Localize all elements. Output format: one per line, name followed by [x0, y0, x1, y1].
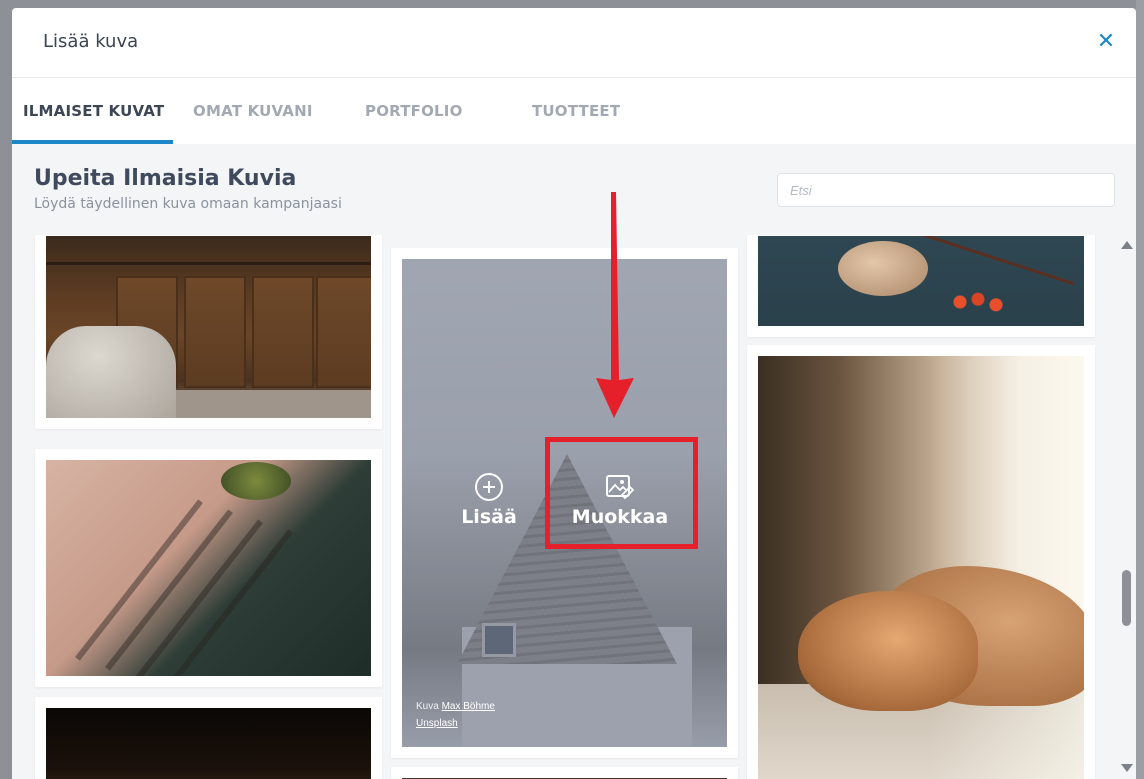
scrollbar[interactable] — [1118, 234, 1136, 779]
image-credit-source: Unsplash — [416, 718, 458, 729]
image-thumbnail[interactable] — [46, 460, 371, 676]
credit-source-link[interactable]: Unsplash — [416, 718, 458, 729]
image-thumbnail[interactable] — [758, 236, 1084, 326]
tab-products[interactable]: TUOTTEET — [532, 79, 620, 144]
image-card[interactable] — [35, 697, 382, 779]
tab-portfolio[interactable]: PORTFOLIO — [365, 79, 463, 144]
image-card[interactable] — [35, 235, 382, 429]
add-image-modal: Lisää kuva ✕ ILMAISET KUVAT OMAT KUVANI … — [12, 8, 1136, 779]
image-credit: Kuva Max Böhme — [416, 701, 495, 712]
scroll-up-arrow-icon[interactable] — [1121, 241, 1133, 249]
image-thumbnail[interactable] — [758, 356, 1084, 779]
image-thumbnail[interactable] — [46, 236, 371, 418]
section-subtitle: Löydä täydellinen kuva omaan kampanjaasi — [34, 196, 342, 212]
search-input[interactable] — [777, 173, 1115, 207]
modal-title: Lisää kuva — [43, 31, 139, 52]
add-image-button[interactable]: Lisää — [454, 472, 524, 528]
tab-bar: ILMAISET KUVAT OMAT KUVANI PORTFOLIO TUO… — [12, 79, 1136, 144]
tab-free-images[interactable]: ILMAISET KUVAT — [23, 79, 164, 144]
image-card[interactable] — [747, 235, 1095, 337]
close-icon[interactable]: ✕ — [1092, 28, 1120, 56]
image-card[interactable] — [35, 449, 382, 687]
image-card[interactable] — [747, 345, 1095, 779]
credit-prefix: Kuva — [416, 701, 439, 712]
tab-my-images[interactable]: OMAT KUVANI — [193, 79, 313, 144]
annotation-highlight-box — [545, 437, 698, 549]
plus-circle-icon — [475, 473, 503, 501]
credit-author-link[interactable]: Max Böhme — [442, 701, 495, 712]
backdrop — [1136, 0, 1144, 779]
modal-header: Lisää kuva ✕ — [12, 8, 1136, 78]
section-title: Upeita Ilmaisia Kuvia — [34, 166, 297, 191]
scroll-down-arrow-icon[interactable] — [1121, 764, 1133, 772]
image-thumbnail[interactable] — [46, 708, 371, 779]
add-image-label: Lisää — [461, 506, 517, 528]
scroll-thumb[interactable] — [1122, 570, 1131, 626]
image-card[interactable] — [391, 767, 738, 779]
